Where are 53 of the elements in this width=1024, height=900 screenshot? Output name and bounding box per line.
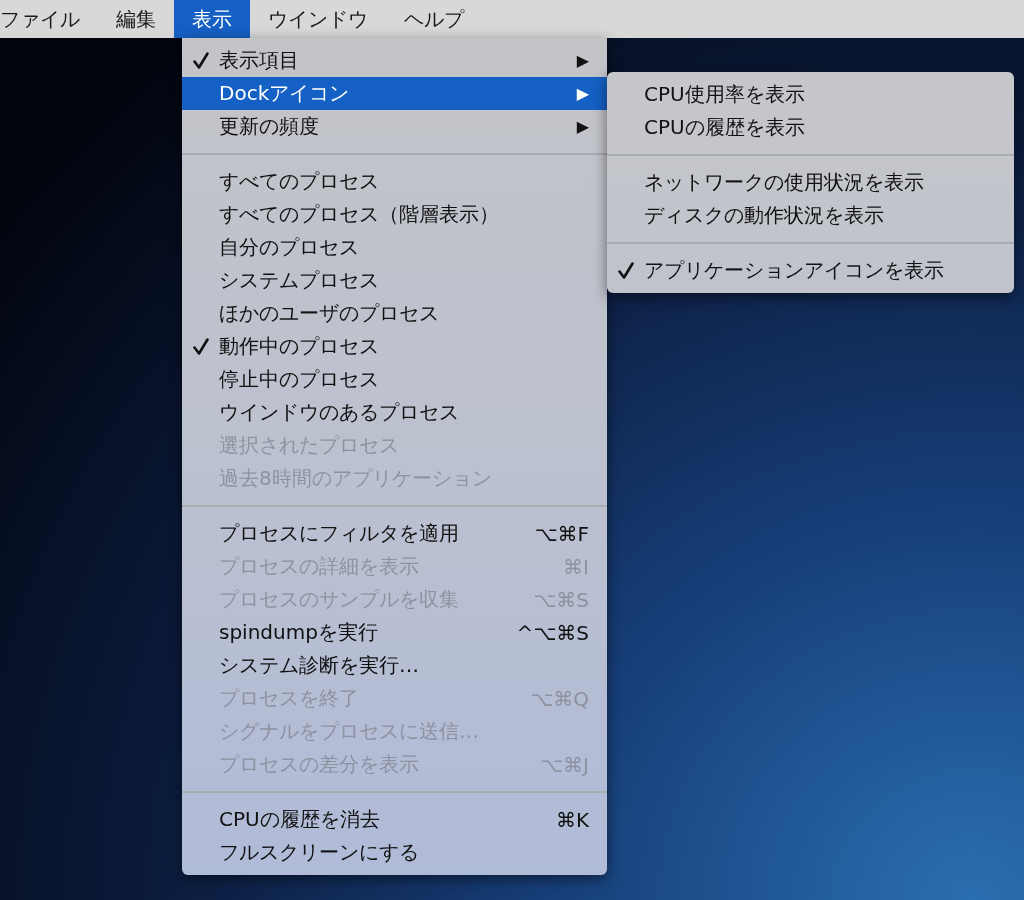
menu-item[interactable]: 自分のプロセス bbox=[182, 231, 607, 264]
keyboard-shortcut: ⌥⌘F bbox=[534, 521, 589, 546]
submenu-arrow: ▶ bbox=[576, 117, 589, 136]
menu-item[interactable]: すべてのプロセス bbox=[182, 165, 607, 198]
menu-item[interactable]: ほかのユーザのプロセス bbox=[182, 297, 607, 330]
menu-bar-item[interactable]: 表示 bbox=[174, 0, 250, 38]
menu-item-label: すべてのプロセス bbox=[219, 168, 380, 195]
menu-item[interactable]: アプリケーションアイコンを表示 bbox=[607, 254, 1014, 287]
menu-item-label: アプリケーションアイコンを表示 bbox=[644, 257, 945, 284]
menu-item-label: Dockアイコン bbox=[219, 80, 351, 107]
menu-item[interactable]: ウインドウのあるプロセス bbox=[182, 396, 607, 429]
menu-item-label: ネットワークの使用状況を表示 bbox=[644, 169, 925, 196]
menu-item[interactable]: ネットワークの使用状況を表示 bbox=[607, 166, 1014, 199]
menu-item-label: ウインドウのあるプロセス bbox=[219, 399, 460, 426]
menu-item-label: ディスクの動作状況を表示 bbox=[644, 202, 885, 229]
menu-item-label: spindumpを実行 bbox=[219, 619, 379, 646]
menu-bar-item[interactable]: 編集 bbox=[98, 0, 174, 38]
menu-item[interactable]: フルスクリーンにする bbox=[182, 836, 607, 869]
menu-bar-item[interactable]: ファイル bbox=[0, 0, 98, 38]
menu-item-label: 自分のプロセス bbox=[219, 234, 360, 261]
menu-item[interactable]: すべてのプロセス（階層表示） bbox=[182, 198, 607, 231]
menu-item-label: フルスクリーンにする bbox=[219, 839, 420, 866]
menu-item[interactable]: システム診断を実行… bbox=[182, 649, 607, 682]
menu-item[interactable]: 停止中のプロセス bbox=[182, 363, 607, 396]
keyboard-shortcut: ^⌥⌘S bbox=[516, 620, 589, 645]
menu-item-label: すべてのプロセス（階層表示） bbox=[219, 201, 500, 228]
menu-item-label: 更新の頻度 bbox=[219, 113, 320, 140]
menu-item[interactable]: Dockアイコン ▶ bbox=[182, 77, 607, 110]
menu-item[interactable]: CPU使用率を表示 bbox=[607, 78, 1014, 111]
menu-item[interactable]: spindumpを実行 ^⌥⌘S bbox=[182, 616, 607, 649]
menu-item-label: 停止中のプロセス bbox=[219, 366, 380, 393]
menu-bar-item[interactable]: ヘルプ bbox=[386, 0, 482, 38]
menu-item[interactable]: CPUの履歴を表示 bbox=[607, 111, 1014, 144]
keyboard-shortcut: ⌘K bbox=[555, 807, 589, 832]
menu-item[interactable]: CPUの履歴を消去 ⌘K bbox=[182, 803, 607, 836]
menu-item[interactable]: ディスクの動作状況を表示 bbox=[607, 199, 1014, 232]
menu-item-label: ほかのユーザのプロセス bbox=[219, 300, 440, 327]
menu-item-label: システム診断を実行… bbox=[219, 652, 420, 679]
menu-item-label: プロセスにフィルタを適用 bbox=[219, 520, 460, 547]
menu-item[interactable]: 更新の頻度 ▶ bbox=[182, 110, 607, 143]
menu-item-label: CPU使用率を表示 bbox=[644, 81, 806, 108]
menu-item-label: 表示項目 bbox=[219, 47, 300, 74]
submenu-arrow: ▶ bbox=[576, 84, 589, 103]
menu-bar-item[interactable]: ウインドウ bbox=[250, 0, 386, 38]
menu-item-label: システムプロセス bbox=[219, 267, 380, 294]
submenu-arrow: ▶ bbox=[576, 51, 589, 70]
menu-item[interactable]: 表示項目 ▶ bbox=[182, 44, 607, 77]
menu-item-label: CPUの履歴を消去 bbox=[219, 806, 381, 833]
menu-item[interactable]: 動作中のプロセス bbox=[182, 330, 607, 363]
menu-item-label: 動作中のプロセス bbox=[219, 333, 380, 360]
menu-item[interactable]: プロセスにフィルタを適用 ⌥⌘F bbox=[182, 517, 607, 550]
menu-item[interactable]: システムプロセス bbox=[182, 264, 607, 297]
menu-item-label: CPUの履歴を表示 bbox=[644, 114, 806, 141]
